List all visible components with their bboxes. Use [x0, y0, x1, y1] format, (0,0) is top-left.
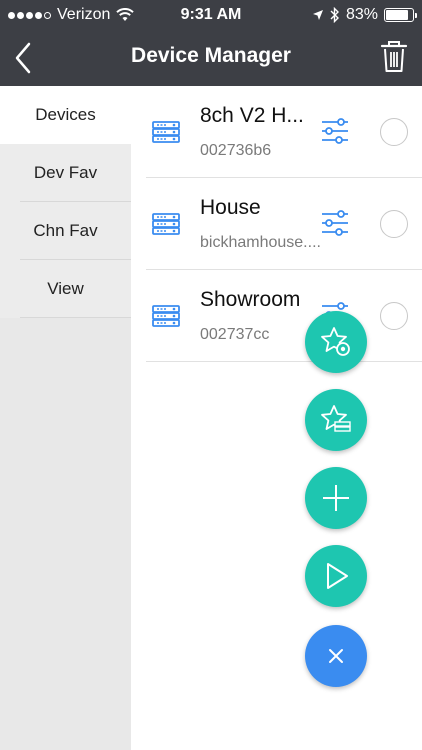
- sidebar-background: [0, 318, 131, 750]
- close-icon: [329, 649, 343, 663]
- sidebar-item-label: View: [47, 279, 84, 298]
- nav-bar: Device Manager: [0, 30, 422, 86]
- delete-button[interactable]: [380, 40, 408, 74]
- list-item[interactable]: Showroom 002737cc: [146, 270, 422, 362]
- select-radio[interactable]: [380, 210, 408, 238]
- sidebar-divider: [20, 317, 131, 318]
- device-id: 002737cc: [200, 326, 270, 343]
- server-icon: [152, 305, 180, 327]
- sidebar: Devices Dev Fav Chn Fav View: [0, 86, 131, 750]
- device-name: House: [200, 196, 261, 219]
- select-radio[interactable]: [380, 302, 408, 330]
- play-icon: [327, 563, 348, 589]
- favorite-device-fab[interactable]: [305, 389, 367, 451]
- plus-icon: [323, 485, 349, 511]
- row-divider: [146, 361, 422, 362]
- battery-icon: [384, 8, 417, 22]
- select-radio[interactable]: [380, 118, 408, 146]
- trash-icon: [380, 41, 408, 72]
- battery-percent: 83%: [345, 6, 378, 23]
- device-name: Showroom: [200, 288, 301, 311]
- star-device-icon: [321, 405, 351, 432]
- server-icon: [152, 121, 180, 143]
- server-icon: [152, 213, 180, 235]
- sidebar-item-label: Chn Fav: [33, 221, 98, 240]
- sidebar-item-label: Dev Fav: [33, 163, 98, 182]
- sidebar-item-label: Devices: [35, 105, 96, 124]
- close-fab[interactable]: [305, 625, 367, 687]
- location-arrow-icon: [312, 10, 323, 20]
- sliders-icon[interactable]: [320, 116, 350, 146]
- device-name: 8ch V2 H...: [200, 104, 304, 127]
- add-device-fab[interactable]: [305, 467, 367, 529]
- status-bar: Verizon 9:31 AM 83%: [0, 0, 422, 30]
- play-fab[interactable]: [305, 545, 367, 607]
- sidebar-item-devices[interactable]: Devices: [0, 86, 131, 144]
- sidebar-item-chn-fav[interactable]: Chn Fav: [0, 202, 131, 260]
- device-id: 002736b6: [200, 142, 272, 159]
- bluetooth-icon: [330, 7, 339, 23]
- sliders-icon[interactable]: [320, 208, 350, 238]
- star-camera-icon: [321, 327, 350, 356]
- device-id: bickhamhouse....: [200, 234, 321, 251]
- status-right: 83%: [312, 6, 417, 24]
- list-item[interactable]: House bickhamhouse....: [146, 178, 422, 270]
- page-title: Device Manager: [131, 44, 291, 67]
- sidebar-item-dev-fav[interactable]: Dev Fav: [0, 144, 131, 202]
- battery-fill: [386, 10, 408, 20]
- sidebar-item-view[interactable]: View: [0, 260, 131, 318]
- list-item[interactable]: 8ch V2 H... 002736b6: [146, 86, 422, 178]
- favorite-channel-fab[interactable]: [305, 311, 367, 373]
